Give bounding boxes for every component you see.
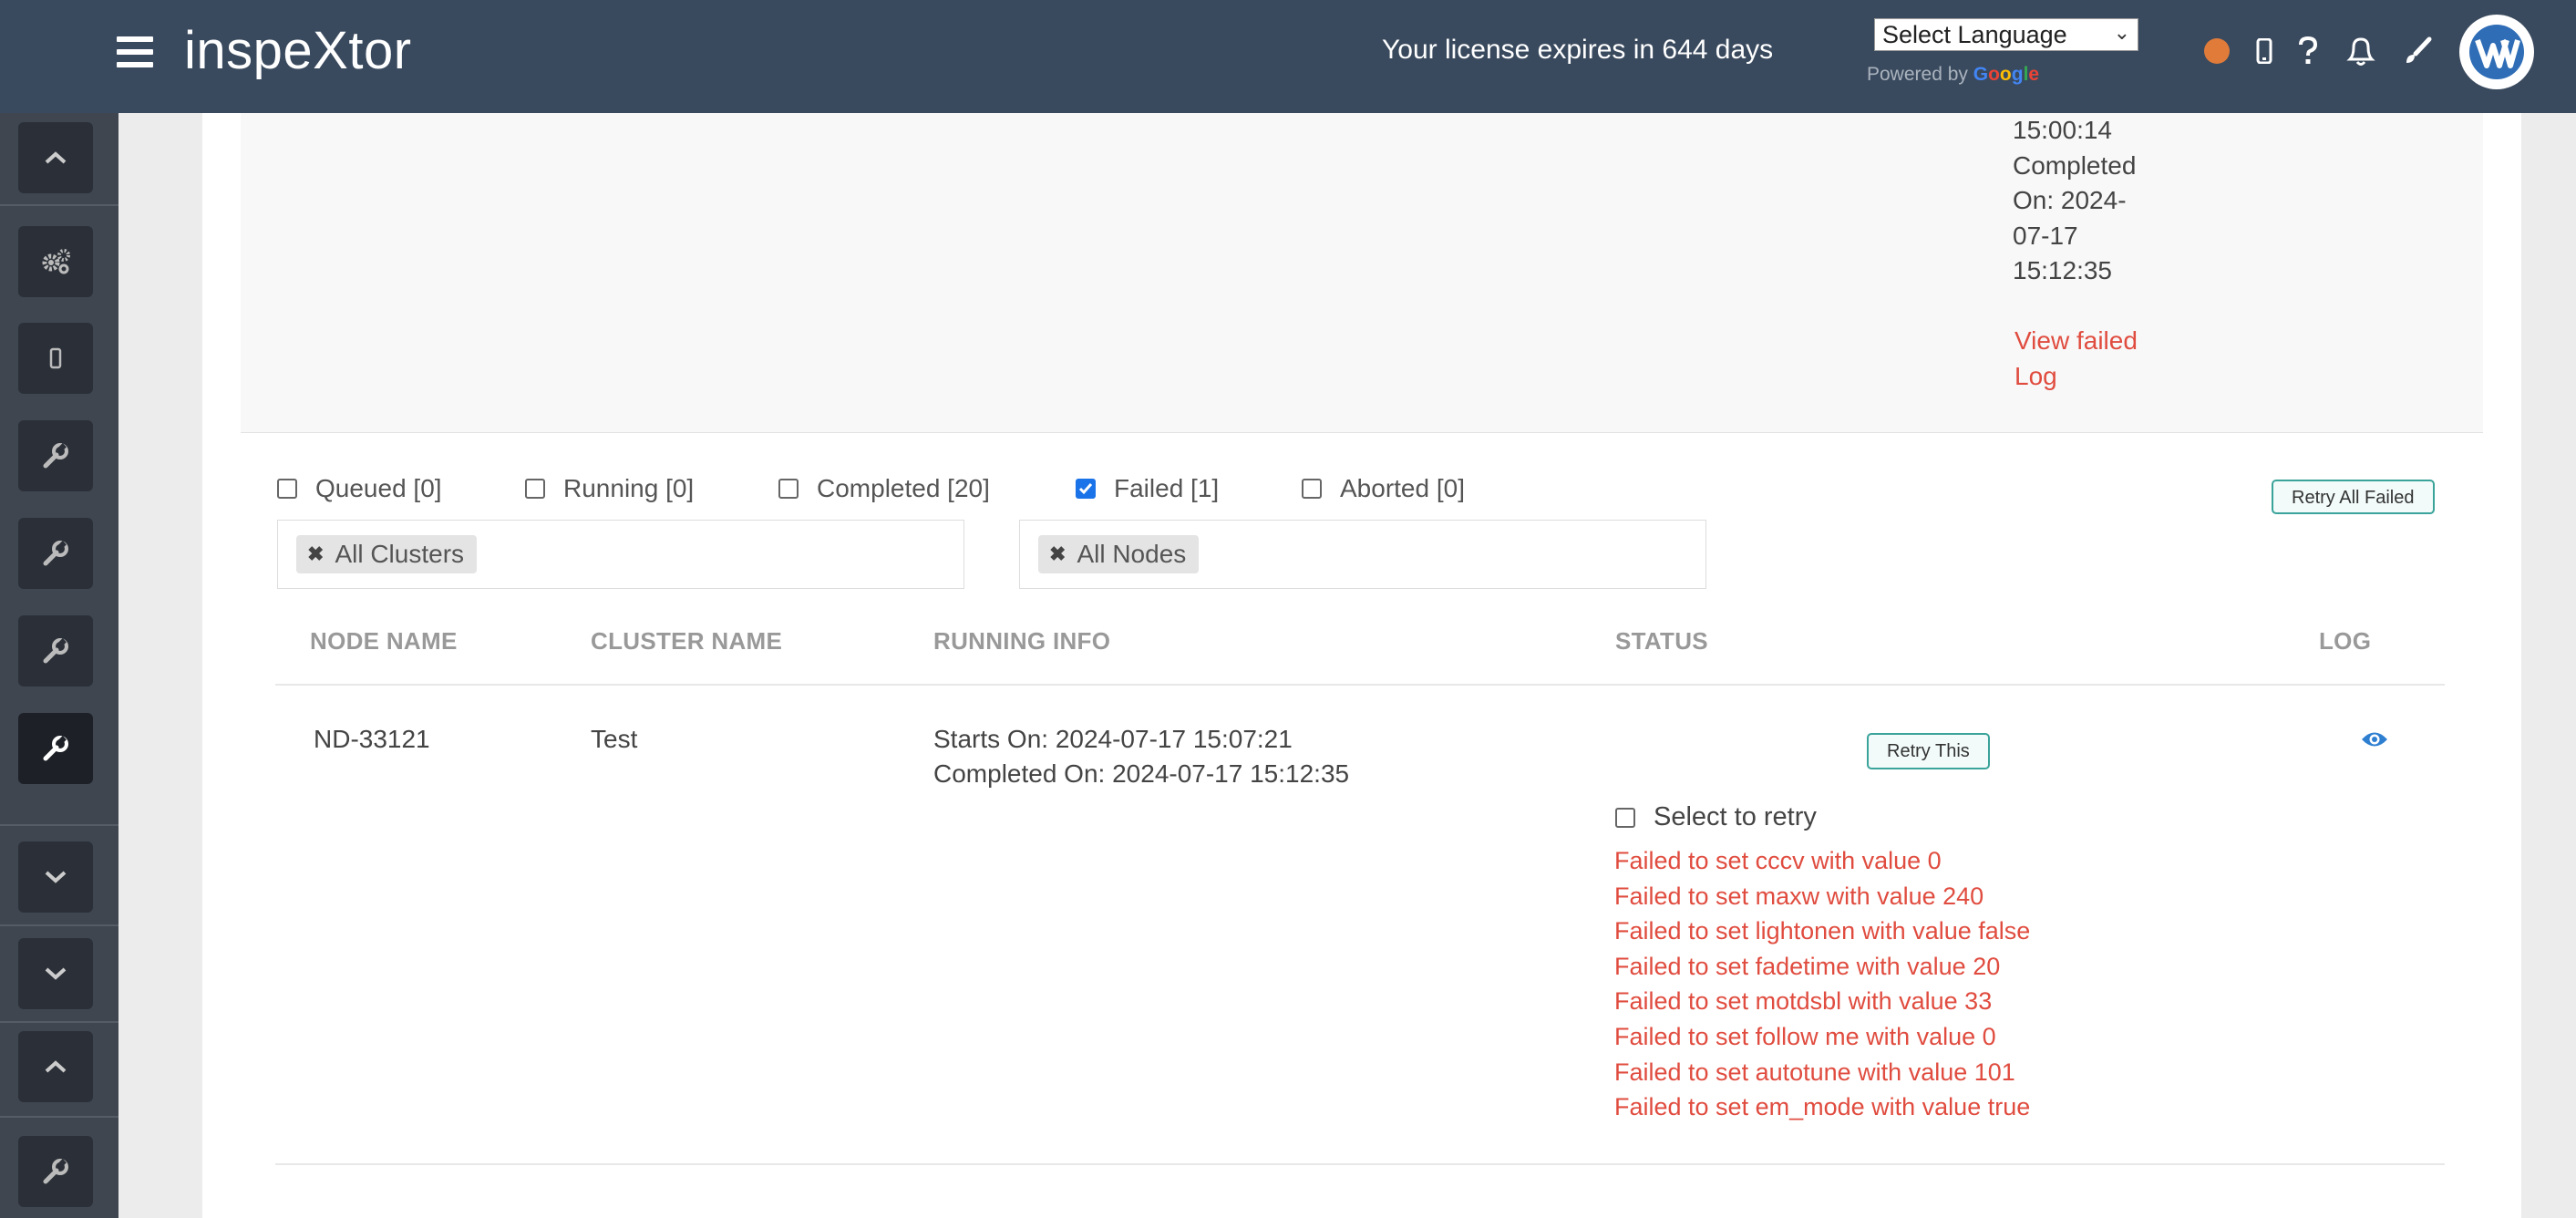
- running-checkbox[interactable]: [525, 479, 545, 499]
- mobile-icon[interactable]: [2244, 27, 2284, 75]
- node-filter-select[interactable]: ✖ All Nodes: [1019, 520, 1706, 589]
- view-failed-log-link[interactable]: View failed Log: [2014, 323, 2169, 394]
- bell-icon[interactable]: [2341, 27, 2381, 75]
- error-message: Failed to set motdsbl with value 33: [1614, 987, 1993, 1016]
- filter-completed[interactable]: Completed [20]: [778, 474, 990, 503]
- cluster-name-cell: Test: [591, 725, 638, 753]
- column-header-running-info: RUNNING INFO: [933, 627, 1111, 655]
- failed-checkbox[interactable]: [1076, 479, 1096, 499]
- sidebar-divider: [0, 824, 118, 826]
- google-logo: Google: [1973, 64, 2040, 85]
- app-logo[interactable]: inspeXtor: [184, 20, 412, 81]
- checkmark-icon: [1078, 483, 1093, 495]
- previous-job-info: 15:00:14 Completed On: 2024- 07-17 15:12…: [2013, 116, 2137, 284]
- filter-queued[interactable]: Queued [0]: [277, 474, 442, 503]
- column-header-status: STATUS: [1615, 627, 1708, 655]
- column-header-node: NODE NAME: [310, 627, 458, 655]
- chevron-down-icon[interactable]: [18, 938, 93, 1009]
- avatar[interactable]: [2459, 15, 2534, 89]
- node-tag-label: All Nodes: [1077, 540, 1187, 568]
- brush-icon[interactable]: [2397, 27, 2437, 75]
- eye-icon[interactable]: [2361, 729, 2388, 754]
- sidebar-divider: [0, 924, 118, 926]
- help-icon[interactable]: [2288, 27, 2328, 75]
- table-row-divider: [275, 1163, 2445, 1165]
- sidebar-divider: [0, 1021, 118, 1023]
- column-header-cluster: CLUSTER NAME: [591, 627, 783, 655]
- remove-tag-icon[interactable]: ✖: [1049, 542, 1066, 566]
- google-translate-attribution: Powered by Google: [1867, 64, 2039, 86]
- mobile-icon[interactable]: [18, 323, 93, 394]
- error-message: Failed to set cccv with value 0: [1614, 847, 1942, 874]
- language-select[interactable]: Select Language ⌄: [1874, 18, 2138, 51]
- retry-all-failed-button[interactable]: Retry All Failed: [2272, 480, 2435, 514]
- starts-on-text: Starts On: 2024-07-17 15:07:21: [933, 725, 1293, 753]
- status-dot: [2204, 38, 2230, 64]
- completed-checkbox[interactable]: [778, 479, 799, 499]
- error-message: Failed to set fadetime with value 20: [1614, 952, 2001, 980]
- hamburger-menu-icon[interactable]: [117, 36, 153, 67]
- remove-tag-icon[interactable]: ✖: [307, 542, 324, 566]
- error-message: Failed to set follow me with value 0: [1614, 1022, 1996, 1050]
- failed-label: Failed [1]: [1114, 474, 1220, 502]
- cluster-tag: ✖ All Clusters: [296, 535, 478, 573]
- node-tag: ✖ All Nodes: [1038, 535, 1200, 573]
- cluster-filter-select[interactable]: ✖ All Clusters: [277, 520, 964, 589]
- error-message: Failed to set lightonen with value false: [1614, 917, 2031, 945]
- filter-failed[interactable]: Failed [1]: [1076, 474, 1219, 503]
- chevron-up-icon[interactable]: [18, 122, 93, 193]
- table-header-divider: [275, 684, 2445, 686]
- select-to-retry[interactable]: Select to retry: [1615, 802, 1817, 832]
- running-label: Running [0]: [563, 474, 695, 502]
- wrench-icon[interactable]: [18, 713, 93, 784]
- previous-job-row: 15:00:14 Completed On: 2024- 07-17 15:12…: [241, 113, 2483, 433]
- cluster-tag-label: All Clusters: [335, 540, 465, 568]
- gears-icon[interactable]: [18, 226, 93, 297]
- wrench-icon[interactable]: [18, 1136, 93, 1207]
- node-name-cell: ND-33121: [314, 725, 430, 753]
- aborted-checkbox[interactable]: [1302, 479, 1322, 499]
- queued-label: Queued [0]: [315, 474, 442, 502]
- completed-on-text: Completed On: 2024-07-17 15:12:35: [933, 759, 1350, 788]
- sidebar: [0, 113, 118, 1218]
- completed-label: Completed [20]: [817, 474, 990, 502]
- powered-by-label: Powered by: [1867, 64, 1968, 85]
- select-retry-label: Select to retry: [1654, 802, 1817, 831]
- license-notice: Your license expires in 644 days: [1382, 35, 1774, 65]
- aborted-label: Aborted [0]: [1340, 474, 1465, 502]
- column-header-log: LOG: [2319, 627, 2372, 655]
- error-message: Failed to set maxw with value 240: [1614, 882, 1984, 910]
- chevron-down-icon[interactable]: [18, 841, 93, 913]
- select-retry-checkbox[interactable]: [1615, 807, 1635, 828]
- language-select-value: Select Language: [1882, 21, 2067, 48]
- wrench-icon[interactable]: [18, 615, 93, 686]
- error-message: Failed to set autotune with value 101: [1614, 1058, 2015, 1086]
- wrench-icon[interactable]: [18, 420, 93, 491]
- filter-aborted[interactable]: Aborted [0]: [1302, 474, 1465, 503]
- sidebar-divider: [0, 1116, 118, 1118]
- top-navbar: inspeXtor Your license expires in 644 da…: [0, 0, 2576, 113]
- chevron-down-icon: ⌄: [2113, 21, 2130, 44]
- job-details-card: 15:00:14 Completed On: 2024- 07-17 15:12…: [202, 113, 2521, 1218]
- filter-running[interactable]: Running [0]: [525, 474, 694, 503]
- error-list: Failed to set cccv with value 0 Failed t…: [1614, 843, 2030, 1125]
- error-message: Failed to set em_mode with value true: [1614, 1093, 2031, 1121]
- retry-this-button[interactable]: Retry This: [1867, 733, 1990, 769]
- chevron-up-icon[interactable]: [18, 1031, 93, 1102]
- sidebar-divider: [0, 204, 118, 206]
- queued-checkbox[interactable]: [277, 479, 297, 499]
- wrench-icon[interactable]: [18, 518, 93, 589]
